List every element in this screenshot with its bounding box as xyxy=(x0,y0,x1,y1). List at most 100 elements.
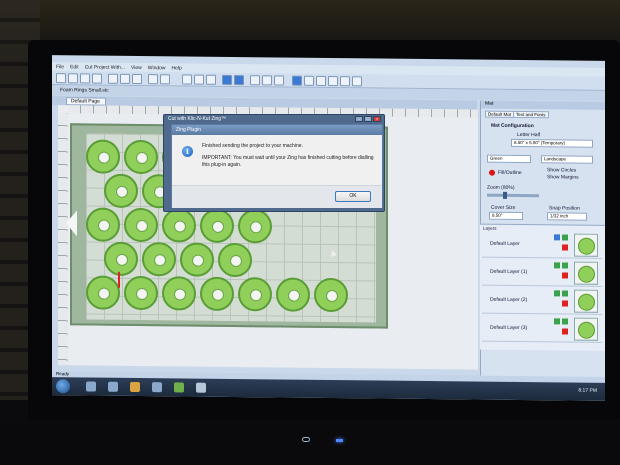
menu-file[interactable]: File xyxy=(56,64,64,70)
taskbar-clock[interactable]: 8:17 PM xyxy=(578,388,597,394)
layer-thumbnail xyxy=(574,317,598,341)
layer-visible-icon[interactable] xyxy=(554,262,560,269)
close-icon[interactable]: × xyxy=(373,116,381,122)
ring-shape[interactable] xyxy=(104,241,138,277)
shape-tool-icon[interactable] xyxy=(250,75,260,86)
layer-delete-icon[interactable] xyxy=(562,272,568,279)
layer-row[interactable]: Default Layer (2) xyxy=(482,286,602,315)
show-margins-checkbox[interactable]: Show Margins xyxy=(547,174,579,180)
ring-shape[interactable] xyxy=(200,208,234,244)
layer-row[interactable]: Default Layer (3) xyxy=(482,314,602,343)
zoom-out-icon[interactable] xyxy=(194,74,204,85)
ring-shape[interactable] xyxy=(124,139,158,175)
fill-outline-button[interactable]: Fill/Outline xyxy=(498,170,522,176)
layer-delete-icon[interactable] xyxy=(562,328,568,335)
ring-shape[interactable] xyxy=(314,277,348,313)
layer-name: Default Layer (1) xyxy=(490,268,528,276)
layer-delete-icon[interactable] xyxy=(562,300,568,307)
maximize-icon[interactable]: □ xyxy=(364,116,372,122)
taskbar-plugin-icon[interactable] xyxy=(196,382,206,393)
ring-shape[interactable] xyxy=(218,242,252,278)
ungroup-icon[interactable] xyxy=(328,75,338,87)
activity-led-icon xyxy=(336,439,343,442)
new-file-icon[interactable] xyxy=(56,73,66,84)
zoom-label: Zoom (80%) xyxy=(487,184,515,191)
group-icon[interactable] xyxy=(316,75,326,86)
open-file-icon[interactable] xyxy=(68,73,78,84)
layer-thumbnail xyxy=(574,261,598,285)
menu-help[interactable]: Help xyxy=(172,65,182,71)
windows-start-icon[interactable] xyxy=(56,379,70,394)
cover-size-field[interactable]: 8.50" xyxy=(489,211,523,221)
layer-row[interactable]: Default Layer xyxy=(482,230,602,259)
zoom-fit-icon[interactable] xyxy=(206,74,216,85)
paste-icon[interactable] xyxy=(132,73,142,85)
ring-shape[interactable] xyxy=(86,139,120,174)
ring-shape[interactable] xyxy=(142,242,176,277)
menu-window[interactable]: Window xyxy=(148,65,166,71)
weld-tool-icon[interactable] xyxy=(274,75,284,86)
taskbar-explorer-icon[interactable] xyxy=(86,381,96,392)
ring-shape[interactable] xyxy=(104,173,138,209)
ring-shape[interactable] xyxy=(162,276,196,311)
info-icon: i xyxy=(182,146,193,157)
cut-machine-icon[interactable] xyxy=(292,75,302,86)
ring-shape[interactable] xyxy=(276,277,310,312)
copy-icon[interactable] xyxy=(120,73,130,84)
layer-cut-icon[interactable] xyxy=(562,262,568,269)
ring-shape[interactable] xyxy=(86,207,120,242)
ring-shape[interactable] xyxy=(124,207,158,243)
cut-icon[interactable] xyxy=(108,73,118,84)
ok-button[interactable]: OK xyxy=(335,191,371,202)
orientation-dropdown[interactable]: Landscape xyxy=(541,155,593,164)
zing-dialog-title: Zing Plugin xyxy=(172,125,382,135)
text-tool-icon[interactable] xyxy=(262,75,272,86)
select-tool-icon[interactable] xyxy=(222,74,232,85)
tab-default-mat[interactable]: Default Mat xyxy=(485,110,515,118)
save-icon[interactable] xyxy=(80,73,90,84)
menu-cut-project[interactable]: Cut Project With... xyxy=(85,64,125,70)
layer-delete-icon[interactable] xyxy=(562,244,568,251)
flip-icon[interactable] xyxy=(340,76,350,87)
ring-shape[interactable] xyxy=(86,275,120,310)
layer-row[interactable]: Default Layer (1) xyxy=(482,258,602,287)
cut-origin-marker xyxy=(118,271,120,288)
zoom-in-icon[interactable] xyxy=(182,74,192,85)
ring-shape[interactable] xyxy=(180,242,214,277)
taskbar-cutter-app-icon[interactable] xyxy=(174,382,184,393)
taskbar-folder-icon[interactable] xyxy=(130,381,140,393)
rotate-icon[interactable] xyxy=(352,76,362,87)
layer-cut-icon[interactable] xyxy=(562,318,568,325)
layer-visible-icon[interactable] xyxy=(554,234,560,241)
undo-icon[interactable] xyxy=(148,74,158,85)
redo-icon[interactable] xyxy=(160,74,170,85)
mat-size-dropdown[interactable]: 8.50" x 5.50" (Temporary) xyxy=(511,138,593,148)
mat-color-dropdown[interactable]: Green xyxy=(487,154,531,164)
ring-shape[interactable] xyxy=(238,209,272,244)
print-icon[interactable] xyxy=(92,73,102,84)
ring-shape[interactable] xyxy=(162,208,196,243)
layer-name: Default Layer (2) xyxy=(490,296,528,304)
taskbar-app-icon[interactable] xyxy=(152,382,162,393)
window-controls: – □ × xyxy=(355,116,381,122)
ring-shape[interactable] xyxy=(200,276,234,312)
ring-shape[interactable] xyxy=(124,275,158,311)
snap-position-dropdown[interactable]: 1/32 inch xyxy=(547,212,587,221)
minimize-icon[interactable]: – xyxy=(355,116,363,122)
layer-cut-icon[interactable] xyxy=(562,234,568,241)
photo-stage: File Edit Cut Project With... View Windo… xyxy=(0,0,620,465)
taskbar-media-icon[interactable] xyxy=(108,381,118,392)
layer-visible-icon[interactable] xyxy=(554,290,560,297)
ring-shape[interactable] xyxy=(238,277,272,312)
node-tool-icon[interactable] xyxy=(234,75,244,86)
zoom-slider-handle[interactable] xyxy=(503,191,507,199)
layer-cut-icon[interactable] xyxy=(562,290,568,297)
zoom-slider[interactable] xyxy=(487,193,539,198)
layer-visible-icon[interactable] xyxy=(554,318,560,325)
align-icon[interactable] xyxy=(304,75,314,86)
tab-text-and-fonts[interactable]: Text and Fonts xyxy=(513,110,549,119)
menu-view[interactable]: View xyxy=(131,64,142,70)
project-name[interactable]: Foam Rings Small.stc xyxy=(60,87,109,94)
menu-edit[interactable]: Edit xyxy=(70,64,79,70)
show-circles-checkbox[interactable]: Show Circles xyxy=(547,167,576,173)
